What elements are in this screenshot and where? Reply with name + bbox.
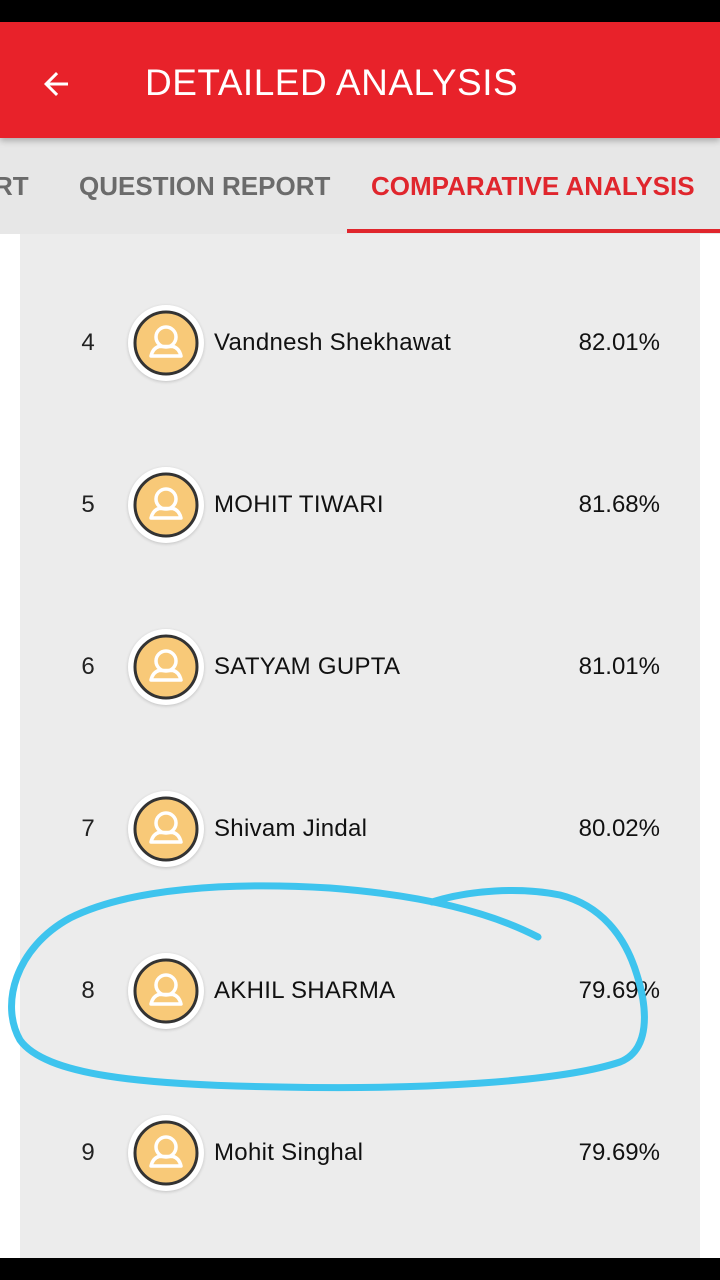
- score-percentage: 79.69%: [578, 1139, 660, 1166]
- avatar: [128, 467, 204, 543]
- list-item[interactable]: 9 Mohit Singhal 79.69%: [20, 1098, 700, 1208]
- score-percentage: 81.01%: [578, 653, 660, 680]
- rank-number: 8: [81, 977, 95, 1004]
- page-title: DETAILED ANALYSIS: [145, 62, 519, 103]
- list-item[interactable]: 5 MOHIT TIWARI 81.68%: [20, 450, 700, 560]
- rank-number: 9: [81, 1139, 95, 1166]
- avatar: [128, 953, 204, 1029]
- tab-question-report-label: QUESTION REPORT: [79, 170, 331, 201]
- ranking-list: 4 Vandnesh Shekhawat 82.01% 5 MOHIT TIWA…: [20, 234, 700, 1258]
- user-avatar-icon: [133, 796, 199, 862]
- tab-comparative-analysis[interactable]: COMPARATIVE ANALYSIS: [371, 138, 695, 234]
- tab-comparative-analysis-label: COMPARATIVE ANALYSIS: [371, 170, 695, 201]
- student-name: SATYAM GUPTA: [214, 653, 401, 680]
- rank-number: 7: [81, 815, 95, 842]
- score-percentage: 80.02%: [578, 815, 660, 842]
- user-avatar-icon: [133, 958, 199, 1024]
- avatar: [128, 629, 204, 705]
- app-bar: DETAILED ANALYSIS: [0, 22, 720, 138]
- avatar: [128, 305, 204, 381]
- rank-number: 4: [81, 329, 95, 356]
- user-avatar-icon: [133, 310, 199, 376]
- list-item[interactable]: 7 Shivam Jindal 80.02%: [20, 774, 700, 884]
- avatar: [128, 1115, 204, 1191]
- user-avatar-icon: [133, 1120, 199, 1186]
- tab-bar: RT QUESTION REPORT COMPARATIVE ANALYSIS: [0, 138, 720, 234]
- avatar: [128, 791, 204, 867]
- score-percentage: 81.68%: [578, 491, 660, 518]
- student-name: Vandnesh Shekhawat: [214, 329, 452, 356]
- ranking-content[interactable]: 4 Vandnesh Shekhawat 82.01% 5 MOHIT TIWA…: [0, 234, 720, 1258]
- score-percentage: 82.01%: [578, 329, 660, 356]
- tab-report-label: RT: [0, 170, 29, 201]
- user-avatar-icon: [133, 472, 199, 538]
- list-item[interactable]: 6 SATYAM GUPTA 81.01%: [20, 612, 700, 722]
- rank-number: 5: [81, 491, 95, 518]
- tab-question-report[interactable]: QUESTION REPORT: [79, 138, 330, 234]
- score-percentage: 79.69%: [578, 977, 660, 1004]
- student-name: MOHIT TIWARI: [214, 491, 384, 518]
- list-item[interactable]: 4 Vandnesh Shekhawat 82.01%: [20, 288, 700, 398]
- back-button[interactable]: [30, 58, 82, 110]
- student-name: AKHIL SHARMA: [214, 977, 396, 1004]
- list-item[interactable]: 8 AKHIL SHARMA 79.69%: [20, 936, 700, 1046]
- rank-number: 6: [81, 653, 95, 680]
- app-screen: DETAILED ANALYSIS RT QUESTION REPORT COM…: [0, 22, 720, 1258]
- arrow-left-icon: [44, 72, 68, 96]
- tab-report[interactable]: RT: [0, 138, 29, 234]
- student-name: Shivam Jindal: [214, 815, 368, 842]
- student-name: Mohit Singhal: [214, 1139, 364, 1166]
- active-tab-indicator: [347, 229, 720, 233]
- user-avatar-icon: [133, 634, 199, 700]
